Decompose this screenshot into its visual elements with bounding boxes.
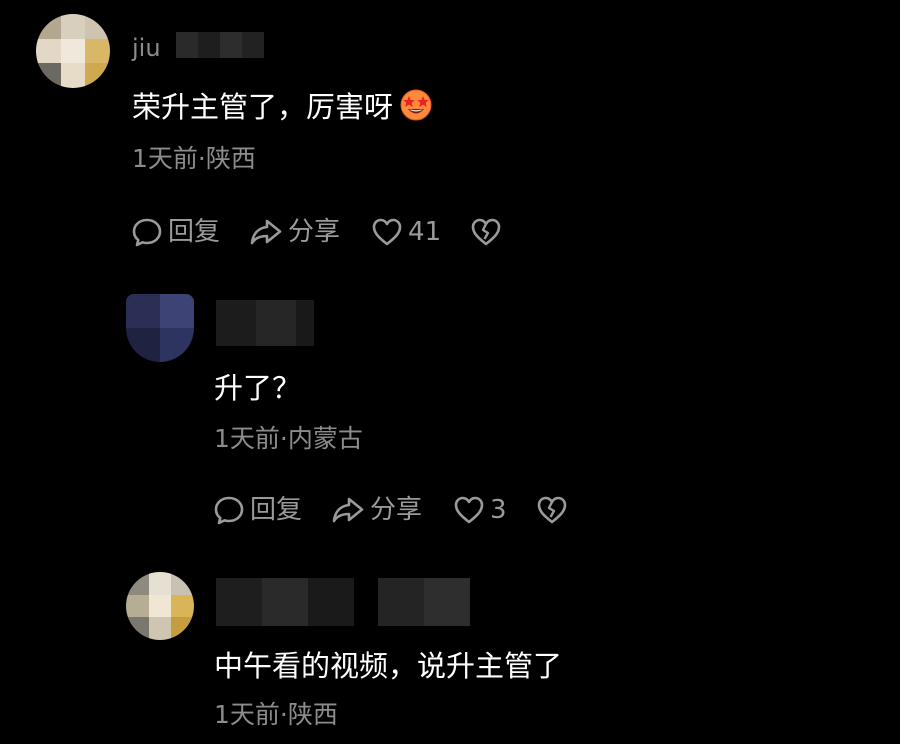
heart-icon [452,493,486,527]
comment-bubble-icon [212,493,246,527]
reply-label: 回复 [168,217,221,247]
like-count: 3 [490,495,507,525]
share-button[interactable]: 分享 [330,492,422,528]
comment-text-content: 荣升主管了，厉害呀 [132,90,394,124]
comment-meta: 1天前·陕西 [132,144,256,173]
share-button[interactable]: 分享 [248,214,340,250]
username-partial: jiu [132,34,161,62]
username-blurred[interactable] [176,32,264,58]
comment-actions: 回复 分享 41 [130,214,503,250]
share-label: 分享 [288,217,341,247]
like-button[interactable]: 3 [452,492,507,528]
heart-icon [370,215,404,249]
avatar[interactable] [126,294,194,362]
dislike-button[interactable] [469,215,503,249]
like-button[interactable]: 41 [370,214,441,250]
reply-item: 中午看的视频，说升主管了 1天前·陕西 [0,560,900,744]
comment-text: 中午看的视频，说升主管了 [214,649,563,683]
share-arrow-icon [248,215,284,249]
reply-label: 回复 [250,495,303,525]
star-struck-emoji-icon [399,88,433,130]
comment-text: 升了？ [214,371,302,405]
comment-item: jiu 荣升主管了，厉害呀 1天前·陕西 回复 分享 41 [0,0,900,260]
username-blurred[interactable] [216,300,314,346]
broken-heart-icon [535,493,569,527]
comment-bubble-icon [130,215,164,249]
comment-text: 荣升主管了，厉害呀 [132,88,433,130]
username-blurred[interactable] [216,578,470,626]
reply-button[interactable]: 回复 [130,214,220,250]
reply-button[interactable]: 回复 [212,492,302,528]
avatar[interactable] [126,572,194,640]
dislike-button[interactable] [535,493,569,527]
comment-meta: 1天前·内蒙古 [214,424,363,453]
reply-item: 升了？ 1天前·内蒙古 回复 分享 3 [0,280,900,540]
broken-heart-icon [469,215,503,249]
comment-meta: 1天前·陕西 [214,700,338,729]
share-label: 分享 [370,495,423,525]
comment-actions: 回复 分享 3 [212,492,569,528]
share-arrow-icon [330,493,366,527]
avatar[interactable] [36,14,110,88]
like-count: 41 [408,217,442,247]
